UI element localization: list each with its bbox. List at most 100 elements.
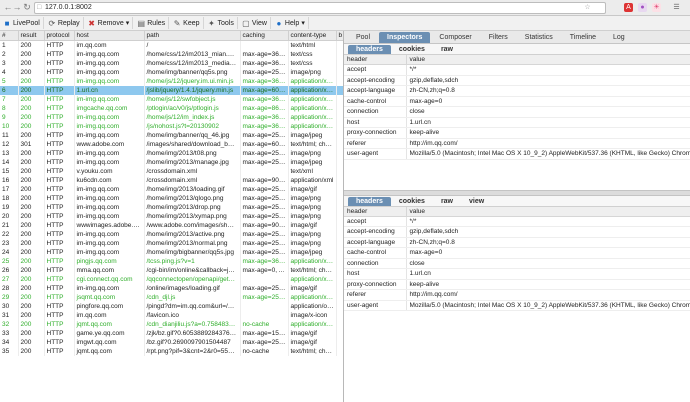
table-cell: /cdn_dianjiliu.js?a=0.75848317... [144, 320, 241, 329]
header-row[interactable]: accept-encoding gzip,deflate,sdch [344, 226, 690, 238]
request-tab-raw[interactable]: raw [433, 45, 461, 54]
header-row[interactable]: connection close [344, 106, 690, 118]
table-row[interactable]: 24 200 HTTP im-img.qq.com/home/img/bigbanne… [0, 248, 343, 257]
table-row[interactable]: 7 200 HTTP im-img.qq.com/home/js/12/swfobje… [0, 95, 343, 104]
table-row[interactable]: 5 200 HTTP im-img.qq.com/home/js/12/jquery.… [0, 77, 343, 86]
header-row[interactable]: proxy-connection keep-alive [344, 127, 690, 139]
header-row[interactable]: proxy-connection keep-alive [344, 279, 690, 290]
column-header-index[interactable]: # [0, 31, 19, 41]
menu-icon[interactable]: ☰ [672, 3, 681, 12]
table-row[interactable]: 34 200 HTTP imgwt.qq.com/bz.gif?0.269009790… [0, 338, 343, 347]
view-button[interactable]: ▢ View [239, 17, 271, 29]
request-tab-cookies[interactable]: cookies [391, 45, 433, 54]
response-tab-cookies[interactable]: cookies [391, 197, 433, 206]
header-row[interactable]: cache-control max-age=0 [344, 96, 690, 107]
table-cell: /home/img/bigbanner/qq5s.jpg [144, 248, 241, 257]
table-row[interactable]: 21 200 HTTP wwwimages.adobe.com/www.adobe.c… [0, 221, 343, 230]
column-header-content-type[interactable]: content-type [288, 31, 337, 41]
table-row[interactable]: 11 200 HTTP im-img.qq.com/home/img/banner/q… [0, 131, 343, 140]
request-tab-headers[interactable]: headers [348, 45, 391, 54]
tab-pool[interactable]: Pool [348, 32, 378, 43]
table-cell: /home/js/12/im_index.js [144, 113, 241, 122]
tab-timeline[interactable]: Timeline [562, 32, 604, 43]
header-row[interactable]: accept */* [344, 216, 690, 227]
bookmark-star-icon[interactable]: ☆ [583, 3, 592, 12]
table-row[interactable]: 10 200 HTTP im-img.qq.com/js/nohost.js?t=20… [0, 122, 343, 131]
tab-filters[interactable]: Filters [481, 32, 516, 43]
tools-button[interactable]: ✦ Tools [205, 17, 238, 29]
replay-button[interactable]: ⟳ Replay [45, 17, 84, 29]
extension-icon-2[interactable]: ☀ [652, 3, 661, 12]
help-button[interactable]: ● Help ▾ [272, 17, 309, 29]
column-header-result[interactable]: result [18, 31, 45, 41]
table-cell: 200 [18, 68, 45, 77]
table-row[interactable]: 26 200 HTTP mma.qq.com/cgi-bin/im/online&ca… [0, 266, 343, 275]
tab-composer[interactable]: Composer [431, 32, 479, 43]
response-tab-view[interactable]: view [461, 197, 492, 206]
table-row[interactable]: 19 200 HTTP im-img.qq.com/home/img/2013/dro… [0, 203, 343, 212]
address-bar[interactable]: □ 127.0.0.1:8002 [34, 2, 606, 14]
table-cell: max-age=259... [240, 338, 289, 347]
rules-button[interactable]: ▤ Rules [134, 17, 170, 29]
table-row[interactable]: 8 200 HTTP imgcache.qq.com/ptlogin/ac/v0/js… [0, 104, 343, 113]
reload-icon[interactable]: ↻ [22, 2, 32, 13]
header-row[interactable]: accept-encoding gzip,deflate,sdch [344, 75, 690, 86]
table-row[interactable]: 35 200 HTTP jqmt.qq.com/rpt.png?pif=3&cnt=2… [0, 347, 343, 356]
response-tab-headers[interactable]: headers [348, 196, 391, 206]
forward-icon[interactable]: → [12, 2, 22, 12]
column-header-header: header [344, 55, 407, 65]
table-row[interactable]: 29 200 HTTP jsqmt.qq.com/cdn_djl.js max-age=… [0, 293, 343, 302]
tab-statistics[interactable]: Statistics [517, 32, 561, 43]
header-row[interactable]: connection close [344, 258, 690, 269]
header-row[interactable]: accept-language zh-CN,zh;q=0.8 [344, 85, 690, 97]
header-row[interactable]: referer http://im.qq.com/ [344, 138, 690, 149]
table-cell: im-img.qq.com [74, 149, 145, 158]
header-row[interactable]: host 1.url.cn [344, 268, 690, 280]
header-row[interactable]: cache-control max-age=0 [344, 247, 690, 259]
table-row[interactable]: 30 200 HTTP pingfore.qq.com/pingd?dm=im.qq.… [0, 302, 343, 311]
table-row[interactable]: 12 301 HTTP www.adobe.com/images/shared/dow… [0, 140, 343, 149]
header-row[interactable]: user-agent Mozilla/5.0 (Macintosh; Intel … [344, 148, 690, 160]
tab-inspectors[interactable]: Inspectors [379, 32, 431, 43]
livepool-button[interactable]: ■ LivePool [0, 17, 44, 29]
table-row[interactable]: 9 200 HTTP im-img.qq.com/home/js/12/im_inde… [0, 113, 343, 122]
table-row[interactable]: 28 200 HTTP im-img.qq.com/online/images/loa… [0, 284, 343, 293]
table-row[interactable]: 22 200 HTTP im-img.qq.com/home/img/2013/act… [0, 230, 343, 239]
column-header-body[interactable]: b [336, 31, 343, 41]
table-row[interactable]: 33 200 HTTP game.ye.qq.com/zjk/bz.gif?0.605… [0, 329, 343, 338]
table-row[interactable]: 18 200 HTTP im-img.qq.com/home/img/2013/qlo… [0, 194, 343, 203]
column-header-protocol[interactable]: protocol [44, 31, 75, 41]
table-row[interactable]: 3 200 HTTP im-img.qq.com/home/css/12/im2013… [0, 59, 343, 68]
table-row[interactable]: 4 200 HTTP im-img.qq.com/home/img/banner/qq… [0, 68, 343, 77]
table-row[interactable]: 1 200 HTTP im.qq.com / text/html [0, 40, 343, 50]
table-row[interactable]: 32 200 HTTP jqmt.qq.com/cdn_dianjiliu.js?a=… [0, 320, 343, 329]
table-row[interactable]: 23 200 HTTP im-img.qq.com/home/img/2013/nor… [0, 239, 343, 248]
header-row[interactable]: user-agent Mozilla/5.0 (Macintosh; Intel … [344, 300, 690, 311]
table-row[interactable]: 6 200 HTTP 1.url.cn/jslib/jquery/1.4.1/jque… [0, 86, 343, 95]
table-row[interactable]: 13 200 HTTP im-img.qq.com/home/img/2013/t08… [0, 149, 343, 158]
table-row[interactable]: 17 200 HTTP im-img.qq.com/home/img/2013/loa… [0, 185, 343, 194]
header-row[interactable]: accept */* [344, 64, 690, 76]
extension-icon[interactable]: ● [638, 3, 647, 12]
header-row[interactable]: referer http://im.qq.com/ [344, 289, 690, 301]
table-row[interactable]: 20 200 HTTP im-img.qq.com/home/img/2013/xym… [0, 212, 343, 221]
table-row[interactable]: 2 200 HTTP im-img.qq.com/home/css/12/im2013… [0, 50, 343, 59]
table-row[interactable]: 27 200 HTTP cgi.connect.qq.com/qqconnectope… [0, 275, 343, 284]
tab-log[interactable]: Log [605, 32, 633, 43]
column-header-path[interactable]: path [144, 31, 241, 41]
table-row[interactable]: 14 200 HTTP im-img.qq.com/home/img/2013/man… [0, 158, 343, 167]
remove-button[interactable]: ✖ Remove ▾ [85, 17, 134, 29]
response-tab-raw[interactable]: raw [433, 197, 461, 206]
table-cell [336, 320, 343, 329]
header-row[interactable]: accept-language zh-CN,zh;q=0.8 [344, 237, 690, 248]
table-row[interactable]: 16 200 HTTP ku6cdn.com/crossdomain.xml max-a… [0, 176, 343, 185]
header-row[interactable]: host 1.url.cn [344, 117, 690, 128]
column-header-host[interactable]: host [74, 31, 145, 41]
pdf-extension-icon[interactable]: A [624, 3, 633, 12]
table-row[interactable]: 31 200 HTTP im.qq.com/favicon.ico image/x-ic… [0, 311, 343, 320]
table-row[interactable]: 15 200 HTTP v.youku.com/crossdomain.xml text… [0, 167, 343, 176]
column-header-caching[interactable]: caching [240, 31, 289, 41]
table-cell [336, 95, 343, 104]
keep-button[interactable]: ✎ Keep [170, 17, 204, 29]
table-row[interactable]: 25 200 HTTP pingjs.qq.com/tcss.ping.js?v=1 m… [0, 257, 343, 266]
